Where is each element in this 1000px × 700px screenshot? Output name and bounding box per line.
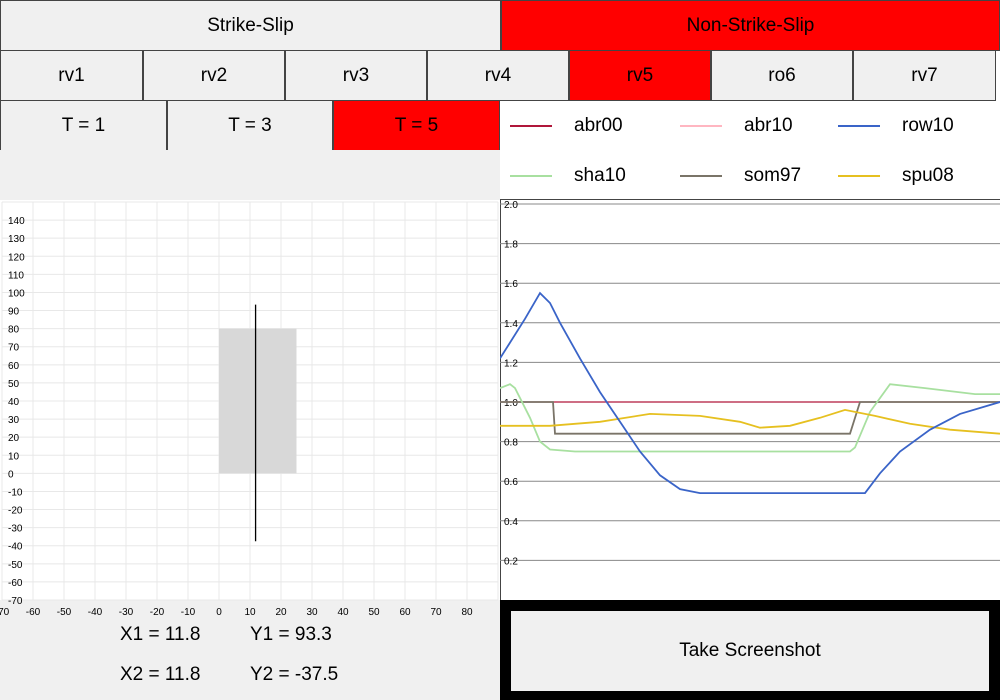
map-x-tick-label: -60 xyxy=(26,607,41,615)
legend-item-abr00: abr00 xyxy=(510,115,623,137)
legend-label: spu08 xyxy=(902,165,954,186)
chart-y-tick-label: 0.6 xyxy=(504,477,518,488)
tab-non-strike-slip[interactable]: Non-Strike-Slip xyxy=(501,0,1000,51)
legend-swatch xyxy=(510,175,552,177)
map-x-tick-label: -10 xyxy=(181,607,196,615)
map-y-tick-label: 140 xyxy=(8,216,25,227)
map-x-tick-label: -50 xyxy=(57,607,72,615)
map-x-tick-label: 60 xyxy=(399,607,411,615)
map-y-tick-label: 120 xyxy=(8,252,25,263)
take-screenshot-button[interactable]: Take Screenshot xyxy=(511,611,989,691)
x1-readout: X1 = 11.8 xyxy=(120,624,201,645)
map-y-tick-label: 20 xyxy=(8,433,20,444)
model-tab-rv2[interactable]: rv2 xyxy=(143,50,285,101)
map-y-tick-label: 60 xyxy=(8,361,20,372)
gmpe-line-chart: 0.2 0.4 0.6 0.8 1.0 1.2 1.4 1.6 1.8 2.0 xyxy=(500,200,1000,600)
period-tab-t-1[interactable]: T = 1 xyxy=(0,100,167,151)
map-x-tick-label: 0 xyxy=(216,607,222,615)
legend-swatch xyxy=(680,125,722,127)
y2-readout: Y2 = -37.5 xyxy=(250,664,339,685)
map-y-tick-label: -40 xyxy=(8,542,23,553)
map-x-tick-label: -40 xyxy=(88,607,103,615)
chart-y-tick-label: 1.2 xyxy=(504,358,518,369)
map-x-tick-label: 50 xyxy=(368,607,380,615)
map-y-tick-label: 40 xyxy=(8,397,20,408)
map-y-tick-label: -20 xyxy=(8,506,23,517)
legend-swatch xyxy=(680,175,722,177)
chart-y-tick-label: 1.4 xyxy=(504,319,518,330)
map-x-tick-label: 40 xyxy=(337,607,349,615)
map-y-tick-label: 80 xyxy=(8,325,20,336)
map-x-tick-label: -20 xyxy=(150,607,165,615)
x2-readout: X2 = 11.8 xyxy=(120,664,201,685)
map-y-tick-label: 0 xyxy=(8,469,14,480)
map-y-tick-label: 100 xyxy=(8,288,25,299)
legend-label: abr10 xyxy=(744,115,793,136)
chart-legend: abr00 abr10 row10 sha10 som97 spu08 xyxy=(500,101,1000,200)
legend-label: sha10 xyxy=(574,165,626,186)
map-y-tick-label: 30 xyxy=(8,415,20,426)
map-y-tick-label: -70 xyxy=(8,596,23,607)
map-x-tick-label: -70 xyxy=(0,607,10,615)
map-x-tick-label: 10 xyxy=(244,607,256,615)
coordinate-readout-panel: X1 = 11.8 Y1 = 93.3 X2 = 11.8 Y2 = -37.5 xyxy=(0,615,500,700)
left-spacer-panel xyxy=(0,150,500,200)
chart-y-tick-label: 0.8 xyxy=(504,438,518,449)
y1-readout: Y1 = 93.3 xyxy=(250,624,332,645)
map-y-tick-label: -60 xyxy=(8,578,23,589)
model-tab-rv4[interactable]: rv4 xyxy=(427,50,569,101)
chart-y-tick-label: 1.0 xyxy=(504,398,518,409)
map-y-tick-label: 110 xyxy=(8,270,24,281)
map-y-tick-label: -30 xyxy=(8,524,23,535)
legend-item-abr10: abr10 xyxy=(680,115,793,137)
tab-strike-slip[interactable]: Strike-Slip xyxy=(0,0,501,51)
model-tab-rv5[interactable]: rv5 xyxy=(569,50,711,101)
legend-swatch xyxy=(510,125,552,127)
model-tab-rv3[interactable]: rv3 xyxy=(285,50,427,101)
model-tab-ro6[interactable]: ro6 xyxy=(711,50,853,101)
legend-label: som97 xyxy=(744,165,802,186)
map-y-tick-label: 10 xyxy=(8,451,20,462)
map-y-tick-label: 90 xyxy=(8,307,20,318)
map-x-tick-label: 20 xyxy=(275,607,287,615)
chart-y-tick-label: 2.0 xyxy=(504,200,518,211)
legend-item-row10: row10 xyxy=(838,115,954,137)
map-y-tick-label: 50 xyxy=(8,379,20,390)
legend-swatch xyxy=(838,125,880,127)
model-tab-rv1[interactable]: rv1 xyxy=(0,50,143,101)
period-tab-t-5[interactable]: T = 5 xyxy=(333,100,500,151)
model-tab-rv7[interactable]: rv7 xyxy=(853,50,996,101)
map-x-tick-label: 30 xyxy=(306,607,318,615)
legend-item-som97: som97 xyxy=(680,165,801,187)
chart-background xyxy=(500,200,1000,600)
legend-label: abr00 xyxy=(574,115,623,136)
chart-y-tick-label: 0.4 xyxy=(504,517,518,528)
map-y-tick-label: 70 xyxy=(8,343,20,354)
map-x-tick-label: 80 xyxy=(461,607,473,615)
map-x-tick-label: 70 xyxy=(430,607,442,615)
fault-map-plot[interactable]: -70-60-50-40-30-20-100102030405060708090… xyxy=(0,200,500,615)
legend-label: row10 xyxy=(902,115,954,136)
map-y-tick-label: -50 xyxy=(8,560,23,571)
map-y-tick-label: -10 xyxy=(8,487,23,498)
legend-swatch xyxy=(838,175,880,177)
rupture-area xyxy=(219,328,297,474)
chart-y-tick-label: 1.6 xyxy=(504,279,518,290)
legend-item-sha10: sha10 xyxy=(510,165,626,187)
map-x-tick-label: -30 xyxy=(119,607,134,615)
chart-y-tick-label: 1.8 xyxy=(504,240,518,251)
chart-y-tick-label: 0.2 xyxy=(504,556,518,567)
map-y-tick-label: 130 xyxy=(8,234,25,245)
legend-item-spu08: spu08 xyxy=(838,165,954,187)
period-tab-t-3[interactable]: T = 3 xyxy=(167,100,333,151)
